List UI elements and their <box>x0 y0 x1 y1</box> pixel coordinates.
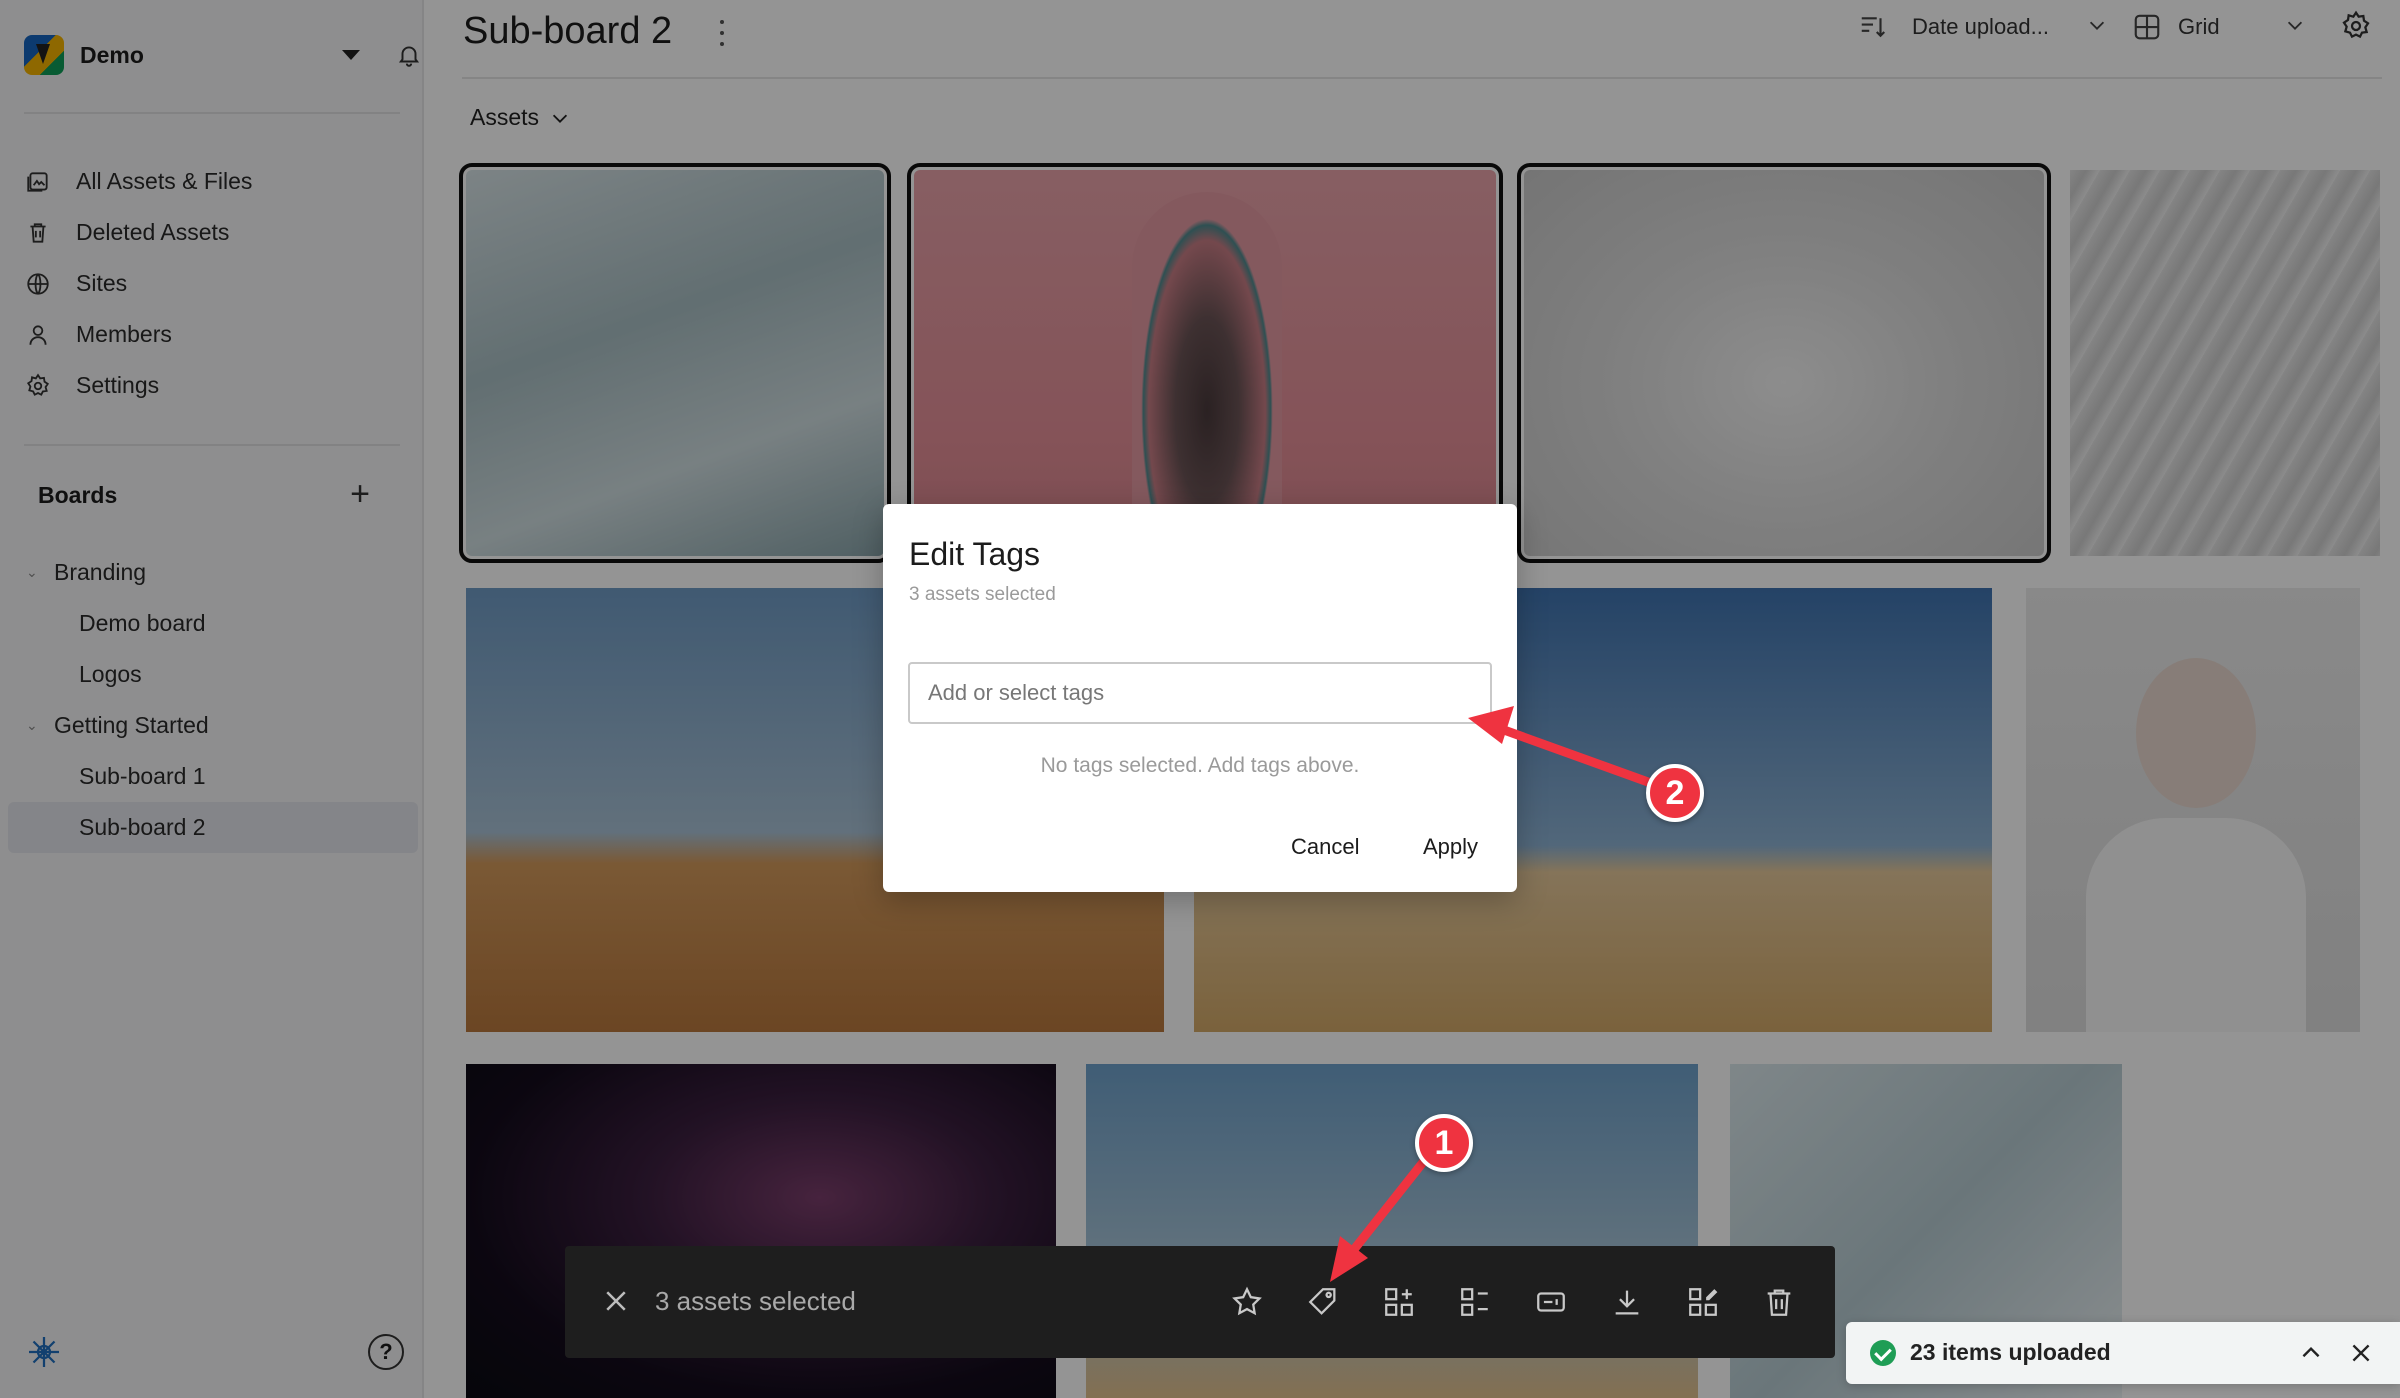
selection-toolbar: 3 assets selected <box>565 1246 1835 1358</box>
cancel-button[interactable]: Cancel <box>1291 834 1359 860</box>
upload-toast: 23 items uploaded <box>1846 1322 2400 1384</box>
empty-tags-message: No tags selected. Add tags above. <box>1040 754 1360 777</box>
apply-button[interactable]: Apply <box>1423 834 1478 860</box>
upload-status: 23 items uploaded <box>1910 1339 2111 1365</box>
tag-icon <box>1308 1288 1336 1315</box>
chevron-up-icon[interactable] <box>2298 1340 2324 1366</box>
edit-tags-dialog: Edit Tags 3 assets selected No tags sele… <box>883 504 1517 892</box>
board-list-icon <box>1461 1288 1488 1316</box>
board-list-button[interactable] <box>1455 1282 1495 1322</box>
check-circle-icon <box>1870 1340 1896 1366</box>
add-to-board-icon <box>1385 1288 1413 1316</box>
download-button[interactable] <box>1607 1282 1647 1322</box>
favorite-button[interactable] <box>1227 1282 1267 1322</box>
step-badge-1: 1 <box>1415 1114 1473 1172</box>
add-to-board-button[interactable] <box>1379 1282 1419 1322</box>
delete-button[interactable] <box>1759 1282 1799 1322</box>
dialog-subtitle: 3 assets selected <box>909 584 1056 605</box>
dialog-title: Edit Tags <box>909 536 1041 572</box>
rename-icon <box>1537 1292 1565 1312</box>
selection-count: 3 assets selected <box>655 1286 856 1316</box>
step-badge-2: 2 <box>1646 764 1704 822</box>
edit-boards-icon <box>1689 1288 1718 1316</box>
edit-boards-button[interactable] <box>1683 1282 1723 1322</box>
tags-input[interactable] <box>908 662 1492 724</box>
rename-button[interactable] <box>1531 1282 1571 1322</box>
delete-icon <box>1767 1289 1791 1316</box>
close-icon[interactable] <box>2348 1340 2374 1366</box>
close-icon[interactable] <box>601 1286 631 1316</box>
star-icon <box>1232 1286 1262 1316</box>
download-icon <box>1615 1290 1639 1315</box>
edit-tags-button[interactable] <box>1303 1282 1343 1322</box>
